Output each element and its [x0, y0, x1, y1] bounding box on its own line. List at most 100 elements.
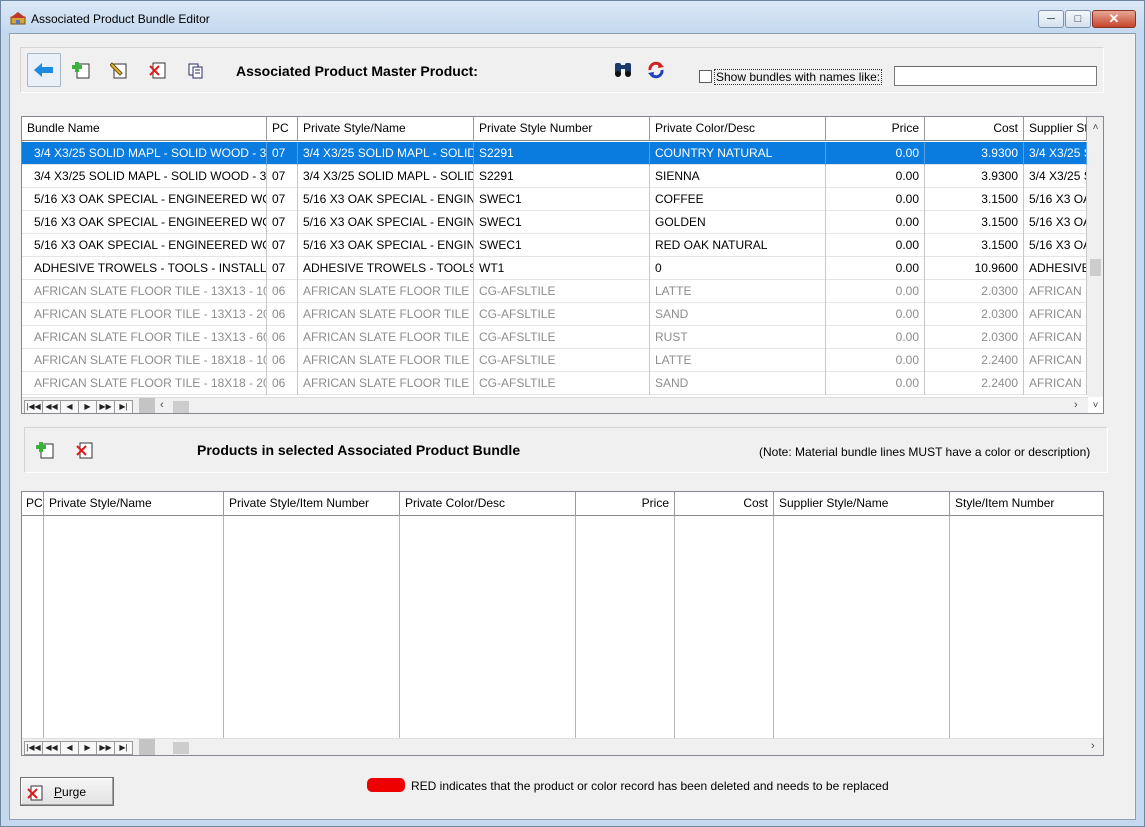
- bundles-table-cell: 3/4 X3/25 S: [1024, 142, 1087, 165]
- delete-product-button[interactable]: [70, 435, 100, 465]
- bundles-column-header[interactable]: Private Style Number: [474, 117, 650, 141]
- bundles-table-cell: 0.00: [826, 234, 925, 257]
- copy-bundle-button[interactable]: [181, 55, 211, 85]
- bundles-grid[interactable]: Bundle Name PC Private Style/Name Private S…: [21, 116, 1104, 414]
- bundles-table-row[interactable]: AFRICAN SLATE FLOOR TILE - 13X13 - 200 -…: [22, 303, 1088, 326]
- delete-bundle-button[interactable]: [143, 55, 173, 85]
- bundles-column-header[interactable]: PC: [267, 117, 298, 141]
- products-column-header[interactable]: PC: [22, 492, 44, 516]
- bundles-column-header[interactable]: Price: [826, 117, 925, 141]
- bundles-table-row[interactable]: AFRICAN SLATE FLOOR TILE - 13X13 - 100 -…: [22, 280, 1088, 303]
- bundles-table-cell: 07: [267, 211, 298, 234]
- products-hscroll-thumb[interactable]: [173, 742, 189, 754]
- bundles-table-cell: 07: [267, 142, 298, 165]
- next-page-icon[interactable]: ▶▶: [96, 741, 115, 755]
- close-button[interactable]: ✕: [1092, 10, 1136, 28]
- scroll-up-icon[interactable]: ˄: [1087, 119, 1103, 136]
- bundles-table-cell: 5/16 X3 OAK SPECIAL - ENGINEE: [298, 211, 474, 234]
- bundles-table-cell: 06: [267, 372, 298, 395]
- products-column-header[interactable]: Style/Item Number: [950, 492, 1103, 516]
- bundles-column-header[interactable]: Private Color/Desc: [650, 117, 826, 141]
- title-bar[interactable]: Associated Product Bundle Editor ─ □ ✕: [1, 1, 1144, 33]
- products-column-header[interactable]: Price: [576, 492, 675, 516]
- bundles-table-cell: 5/16 X3 OA: [1024, 234, 1087, 257]
- delete-document-icon: [76, 442, 93, 459]
- last-record-icon[interactable]: ▶|: [114, 741, 133, 755]
- purge-icon: [27, 785, 43, 801]
- edit-bundle-button[interactable]: [105, 55, 135, 85]
- scroll-right-icon[interactable]: ›: [1074, 399, 1078, 411]
- navigator-splitter: [139, 398, 155, 413]
- purge-button[interactable]: Purge: [20, 777, 114, 806]
- bundles-table-row[interactable]: AFRICAN SLATE FLOOR TILE - 18X18 - 200 -…: [22, 372, 1088, 395]
- bundles-table-cell: 0.00: [826, 372, 925, 395]
- bundles-table-cell: 3.9300: [925, 165, 1024, 188]
- products-column-header[interactable]: Supplier Style/Name: [774, 492, 950, 516]
- bundle-name-filter-input[interactable]: [894, 66, 1097, 86]
- first-record-icon[interactable]: |◀◀: [24, 400, 43, 413]
- bundles-column-header[interactable]: Cost: [925, 117, 1024, 141]
- bundles-table-cell: AFRICAN SLATE FLOOR TILE - 13: [298, 280, 474, 303]
- bundles-table-cell: AFRICAN SLATE FLOOR TILE - 13X13 - 200 -…: [22, 303, 267, 326]
- minimize-button[interactable]: ─: [1038, 10, 1064, 28]
- bundles-table-row[interactable]: 3/4 X3/25 SOLID MAPL - SOLID WOOD - 3.25…: [22, 142, 1088, 165]
- bundles-table-row[interactable]: AFRICAN SLATE FLOOR TILE - 18X18 - 100 -…: [22, 349, 1088, 372]
- products-toolbar: Products in selected Associated Product …: [24, 427, 1108, 473]
- products-column-header[interactable]: Private Color/Desc: [400, 492, 576, 516]
- first-record-icon[interactable]: |◀◀: [24, 741, 43, 755]
- find-button[interactable]: [608, 55, 638, 85]
- minimize-icon: ─: [1047, 13, 1055, 25]
- last-record-icon[interactable]: ▶|: [114, 400, 133, 413]
- bundles-table-row[interactable]: 5/16 X3 OAK SPECIAL - ENGINEERED WOOD 07 5…: [22, 188, 1088, 211]
- show-bundles-label[interactable]: Show bundles with names like:: [714, 69, 883, 85]
- bundles-table-cell: 0.00: [826, 211, 925, 234]
- products-grid[interactable]: PC Private Style/Name Private Style/Item N…: [21, 491, 1104, 756]
- bundles-table-row[interactable]: 3/4 X3/25 SOLID MAPL - SOLID WOOD - 3.25…: [22, 165, 1088, 188]
- scroll-left-icon[interactable]: ‹: [160, 399, 164, 411]
- bundles-column-header[interactable]: Bundle Name: [22, 117, 267, 141]
- app-icon: [10, 12, 26, 25]
- maximize-icon: □: [1074, 13, 1082, 25]
- bundles-table-cell: 0.00: [826, 326, 925, 349]
- bundles-table-row[interactable]: AFRICAN SLATE FLOOR TILE - 13X13 - 600 -…: [22, 326, 1088, 349]
- bundles-table-cell: 06: [267, 349, 298, 372]
- maximize-button[interactable]: □: [1065, 10, 1091, 28]
- bundles-table-cell: 07: [267, 165, 298, 188]
- scroll-down-icon[interactable]: ˅: [1087, 397, 1103, 413]
- bundles-table-row[interactable]: 5/16 X3 OAK SPECIAL - ENGINEERED WOOD 07 5…: [22, 234, 1088, 257]
- bundles-table-cell: AFRICAN S: [1024, 372, 1087, 395]
- next-page-icon[interactable]: ▶▶: [96, 400, 115, 413]
- bundles-column-header[interactable]: Supplier St: [1024, 117, 1087, 141]
- binoculars-icon: [615, 63, 631, 77]
- bundles-hscroll-thumb[interactable]: [173, 401, 189, 413]
- prior-page-icon[interactable]: ◀◀: [42, 741, 61, 755]
- products-column-header[interactable]: Private Style/Name: [44, 492, 224, 516]
- products-column-header[interactable]: Cost: [675, 492, 774, 516]
- products-column-header[interactable]: Private Style/Item Number: [224, 492, 400, 516]
- bundles-table-cell: 0.00: [826, 303, 925, 326]
- bundles-table-cell: CG-AFSLTILE: [474, 303, 650, 326]
- bundles-vertical-scrollbar[interactable]: ˄ ˅: [1087, 117, 1103, 411]
- products-column-divider: [949, 516, 950, 738]
- next-record-icon[interactable]: ▶: [78, 400, 97, 413]
- bundles-table-cell: AFRICAN SLATE FLOOR TILE - 18X18 - 100 -…: [22, 349, 267, 372]
- bundles-table-cell: RUST: [650, 326, 826, 349]
- products-column-divider: [43, 516, 44, 738]
- next-record-icon[interactable]: ▶: [78, 741, 97, 755]
- bundles-scroll-thumb[interactable]: [1090, 259, 1101, 276]
- bundles-table-row[interactable]: ADHESIVE TROWELS - TOOLS - INSTALLATIO07…: [22, 257, 1088, 280]
- add-bundle-button[interactable]: [67, 55, 97, 85]
- bundles-table-cell: GOLDEN: [650, 211, 826, 234]
- scroll-right-icon[interactable]: ›: [1091, 740, 1095, 752]
- bundles-table-cell: 5/16 X3 OA: [1024, 211, 1087, 234]
- back-button[interactable]: [27, 53, 61, 87]
- prior-record-icon[interactable]: ◀: [60, 400, 79, 413]
- bundles-table-row[interactable]: 5/16 X3 OAK SPECIAL - ENGINEERED WOOD 07 5…: [22, 211, 1088, 234]
- prior-record-icon[interactable]: ◀: [60, 741, 79, 755]
- add-product-button[interactable]: [31, 435, 61, 465]
- refresh-button[interactable]: [641, 55, 671, 85]
- bundles-table-cell: 5/16 X3 OAK SPECIAL - ENGINEE: [298, 188, 474, 211]
- prior-page-icon[interactable]: ◀◀: [42, 400, 61, 413]
- bundles-column-header[interactable]: Private Style/Name: [298, 117, 474, 141]
- show-bundles-checkbox[interactable]: [699, 70, 712, 83]
